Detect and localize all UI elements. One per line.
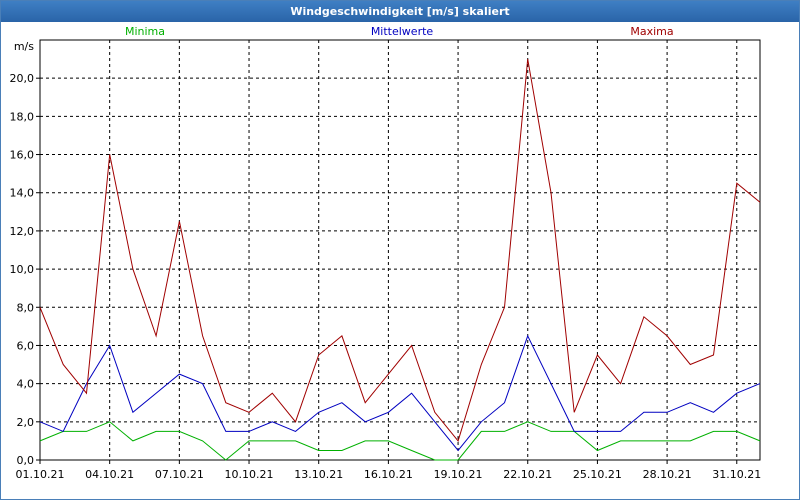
x-tick-label: 28.10.21 (643, 468, 692, 481)
legend-item: Minima (125, 25, 165, 38)
x-tick-label: 04.10.21 (85, 468, 134, 481)
x-tick-label: 13.10.21 (294, 468, 343, 481)
x-tick-label: 07.10.21 (155, 468, 204, 481)
y-tick-label: 0,0 (17, 454, 35, 467)
x-tick-label: 22.10.21 (503, 468, 552, 481)
y-axis-label: m/s (14, 40, 34, 53)
y-tick-label: 18,0 (10, 110, 35, 123)
y-tick-label: 16,0 (10, 149, 35, 162)
y-tick-label: 8,0 (17, 301, 35, 314)
x-tick-label: 31.10.21 (712, 468, 761, 481)
x-tick-label: 25.10.21 (573, 468, 622, 481)
y-tick-label: 14,0 (10, 187, 35, 200)
plot-area (39, 39, 761, 461)
legend-item: Maxima (630, 25, 673, 38)
y-tick-label: 2,0 (17, 416, 35, 429)
y-tick-label: 10,0 (10, 263, 35, 276)
y-tick-label: 6,0 (17, 339, 35, 352)
x-tick-label: 10.10.21 (225, 468, 274, 481)
legend-item: Mittelwerte (371, 25, 434, 38)
x-tick-label: 01.10.21 (16, 468, 65, 481)
x-tick-label: 16.10.21 (364, 468, 413, 481)
x-tick-label: 19.10.21 (434, 468, 483, 481)
y-tick-label: 20,0 (10, 72, 35, 85)
y-tick-label: 4,0 (17, 378, 35, 391)
y-tick-label: 12,0 (10, 225, 35, 238)
wind-chart: 0,0 2,0 4,0 6,0 8,0 10,0 12,0 14,0 16,0 18,0 20,0 m… (10, 25, 762, 481)
